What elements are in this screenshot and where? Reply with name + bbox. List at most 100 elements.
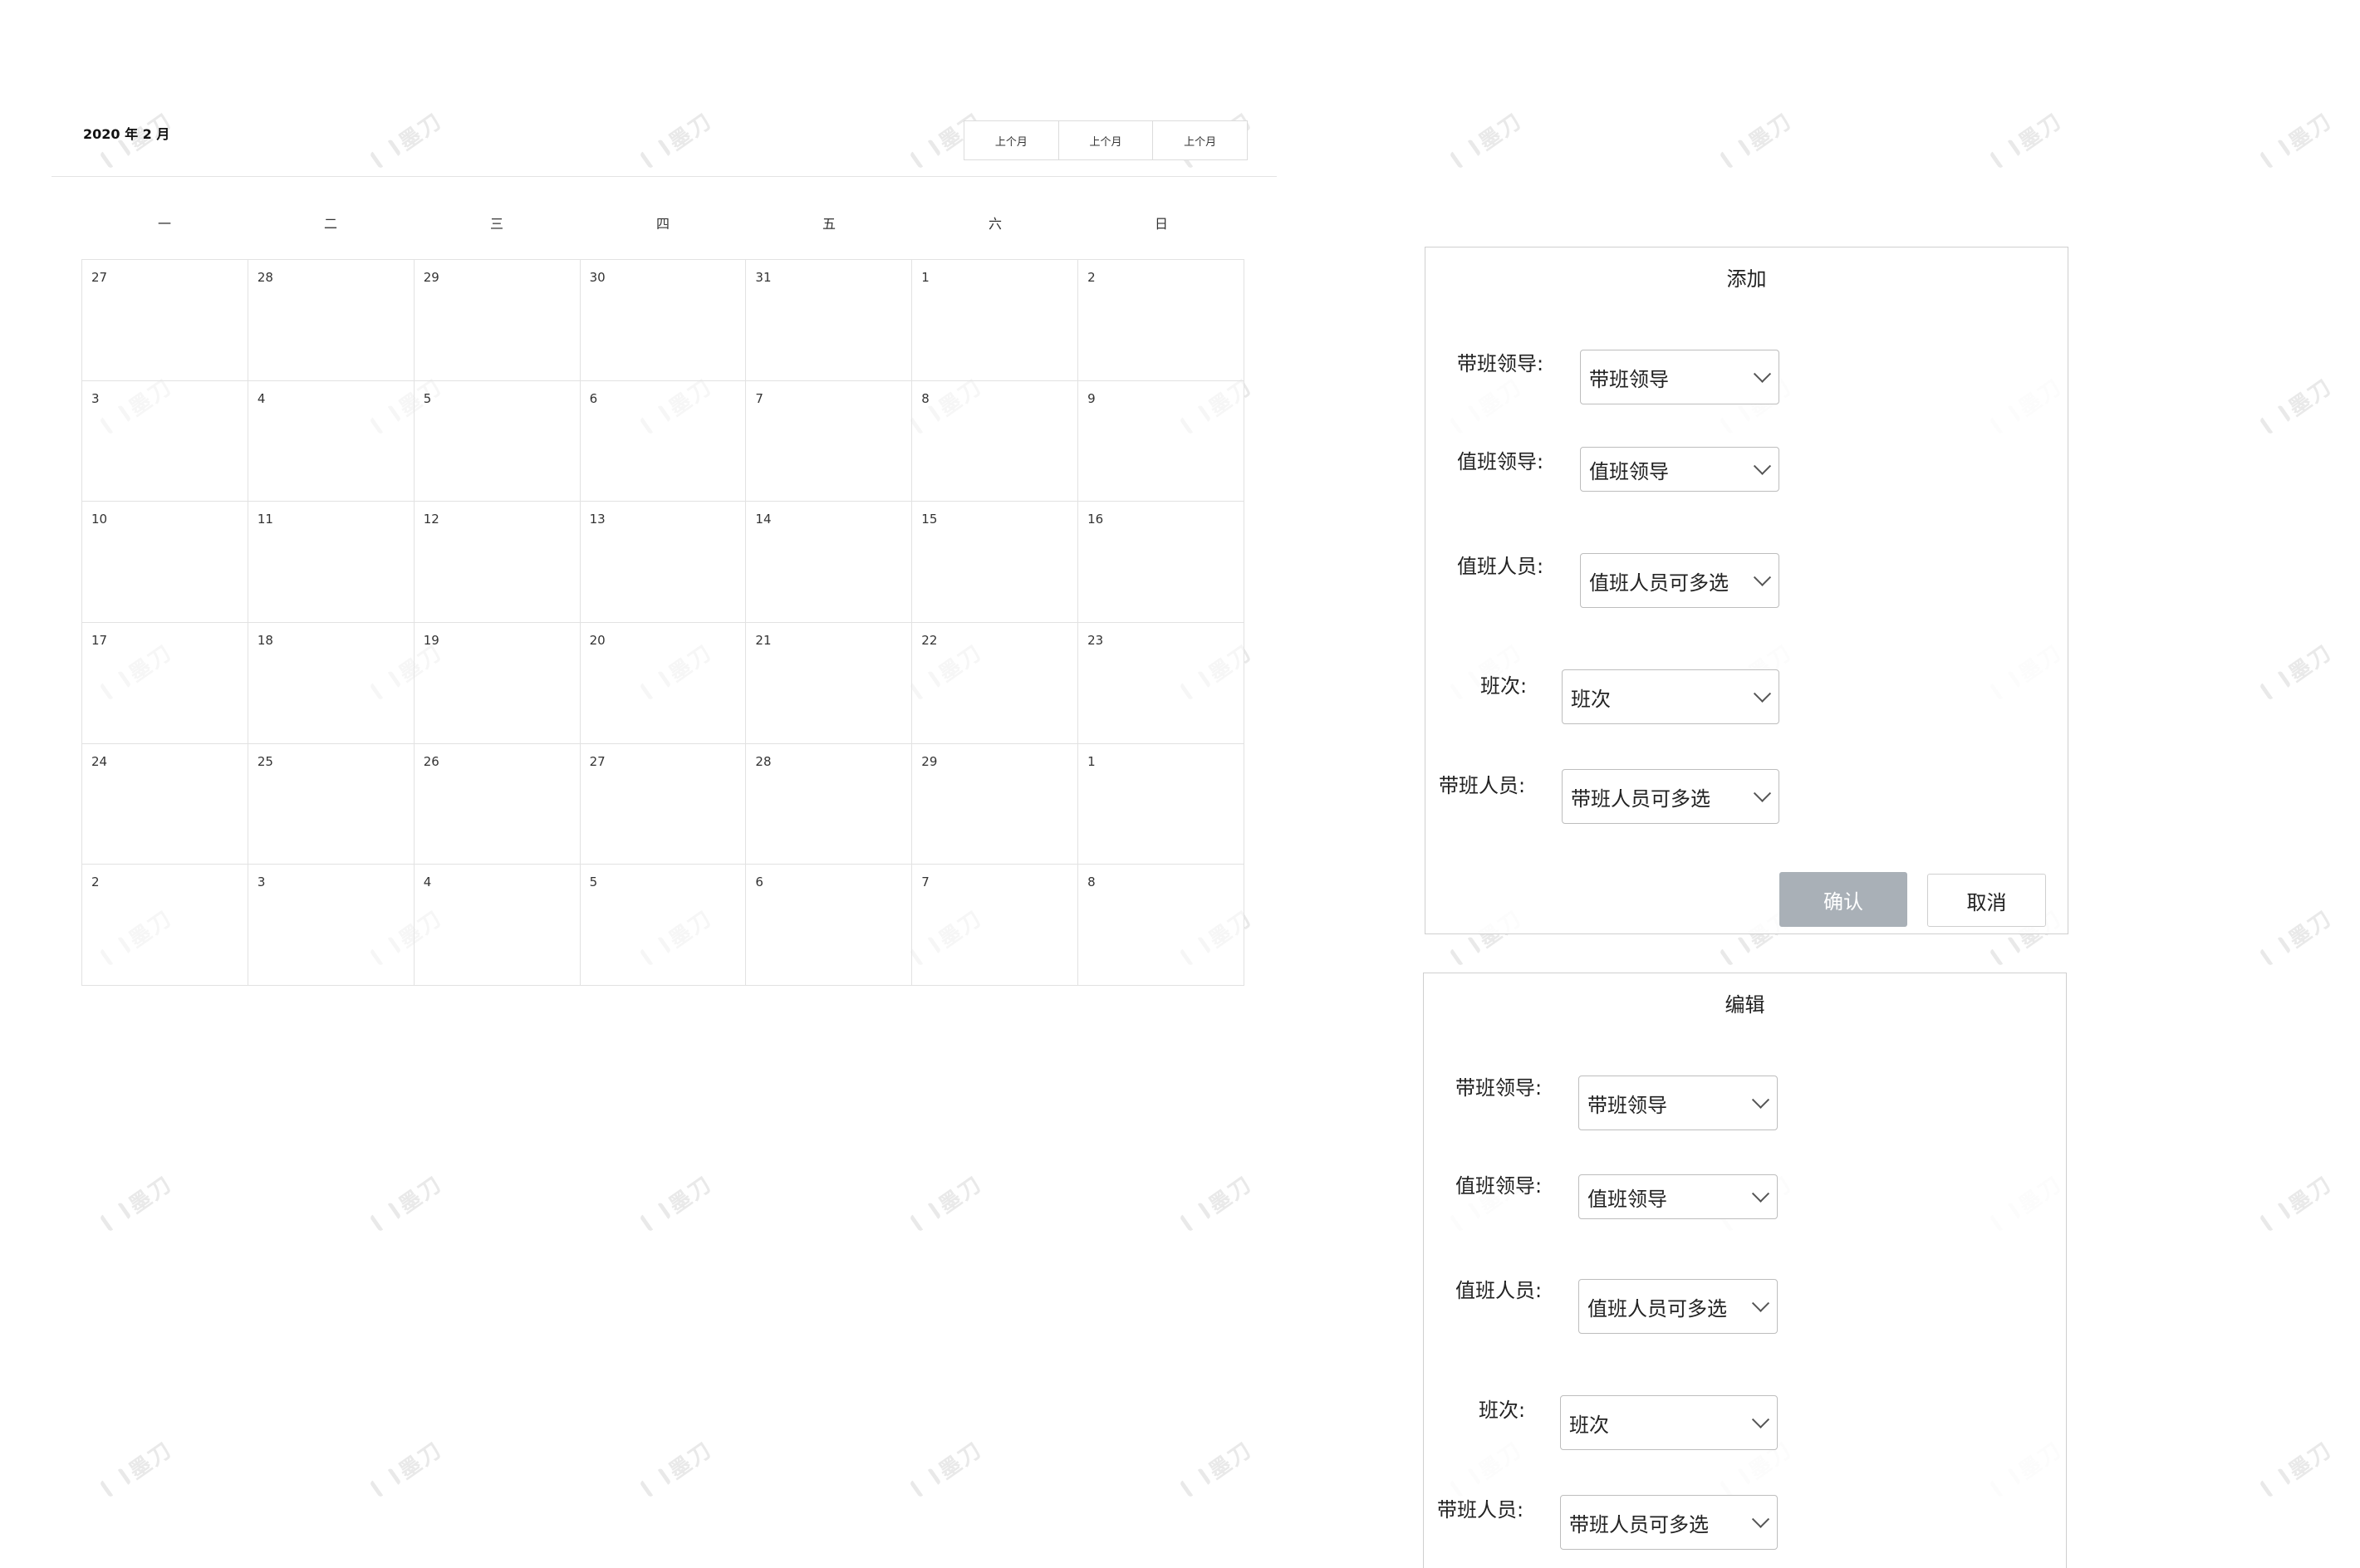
day-cell[interactable]: 4 xyxy=(248,380,415,502)
day-cell[interactable]: 14 xyxy=(746,502,913,623)
day-number: 8 xyxy=(1087,875,1096,890)
day-cell[interactable]: 31 xyxy=(746,260,913,381)
day-cell[interactable]: 11 xyxy=(248,502,415,623)
watermark-logo: 墨刀 xyxy=(2255,1419,2355,1504)
watermark-logo: 墨刀 xyxy=(635,1419,735,1504)
watermark-logo: 墨刀 xyxy=(1715,91,1815,175)
day-number: 31 xyxy=(755,270,772,285)
day-number: 22 xyxy=(921,633,938,648)
chevron-down-icon xyxy=(1751,1510,1770,1528)
edit-dialog: 编辑 带班领导: 带班领导 值班领导: 值班领导 值班人员: 值班人员可多选 班… xyxy=(1423,973,2067,1568)
watermark-logo: 墨刀 xyxy=(95,1154,195,1238)
day-cell[interactable]: 9 xyxy=(1078,380,1244,502)
day-cell[interactable]: 5 xyxy=(580,865,747,986)
day-cell[interactable]: 17 xyxy=(82,623,248,744)
day-number: 4 xyxy=(257,390,266,406)
lead-staff-select[interactable]: 带班人员可多选 xyxy=(1560,1495,1778,1550)
lead-staff-select[interactable]: 带班人员可多选 xyxy=(1562,769,1779,824)
day-cell[interactable]: 3 xyxy=(82,380,248,502)
day-cell[interactable]: 24 xyxy=(82,743,248,865)
day-cell[interactable]: 23 xyxy=(1078,623,1244,744)
day-number: 8 xyxy=(921,390,930,406)
day-cell[interactable]: 26 xyxy=(414,743,581,865)
day-cell[interactable]: 19 xyxy=(414,623,581,744)
lead-leader-select[interactable]: 带班领导 xyxy=(1580,350,1779,404)
day-cell[interactable]: 29 xyxy=(912,743,1079,865)
day-cell[interactable]: 20 xyxy=(580,623,747,744)
day-number: 2 xyxy=(1087,270,1096,285)
current-month-button[interactable]: 上个月 xyxy=(1058,121,1154,159)
day-cell[interactable]: 3 xyxy=(248,865,415,986)
day-number: 16 xyxy=(1087,512,1104,527)
edit-dialog-title: 编辑 xyxy=(1725,993,1765,1017)
day-cell[interactable]: 30 xyxy=(580,260,747,381)
day-cell[interactable]: 27 xyxy=(82,260,248,381)
duty-staff-select[interactable]: 值班人员可多选 xyxy=(1578,1279,1778,1334)
day-number: 5 xyxy=(589,875,598,890)
day-cell[interactable]: 21 xyxy=(746,623,913,744)
shift-select[interactable]: 班次 xyxy=(1562,669,1779,724)
watermark-logo: 墨刀 xyxy=(1985,91,2085,175)
weekday-label: 四 xyxy=(655,216,670,232)
day-number: 18 xyxy=(257,633,273,648)
day-cell[interactable]: 6 xyxy=(746,865,913,986)
chevron-down-icon xyxy=(1751,1294,1770,1312)
day-cell[interactable]: 28 xyxy=(248,260,415,381)
calendar-divider xyxy=(52,176,1277,177)
duty-leader-select[interactable]: 值班领导 xyxy=(1580,447,1779,492)
select-value: 值班领导 xyxy=(1589,459,1669,483)
day-cell[interactable]: 12 xyxy=(414,502,581,623)
select-value: 带班领导 xyxy=(1587,1093,1667,1117)
watermark-logo: 墨刀 xyxy=(1175,1419,1275,1504)
lead-staff-label: 带班人员: xyxy=(1439,774,1526,797)
day-cell[interactable]: 18 xyxy=(248,623,415,744)
day-cell[interactable]: 16 xyxy=(1078,502,1244,623)
chevron-down-icon xyxy=(1753,568,1772,586)
lead-staff-label: 带班人员: xyxy=(1437,1498,1524,1521)
lead-leader-label: 带班领导: xyxy=(1455,1076,1543,1100)
day-cell[interactable]: 2 xyxy=(1078,260,1244,381)
day-cell[interactable]: 6 xyxy=(580,380,747,502)
day-number: 25 xyxy=(257,753,273,769)
day-cell[interactable]: 1 xyxy=(912,260,1079,381)
day-cell[interactable]: 25 xyxy=(248,743,415,865)
calendar-title: 2020 年 2 月 xyxy=(83,126,170,142)
shift-select[interactable]: 班次 xyxy=(1560,1395,1778,1450)
duty-leader-select[interactable]: 值班领导 xyxy=(1578,1174,1778,1219)
next-month-button[interactable]: 上个月 xyxy=(1153,121,1248,159)
day-cell[interactable]: 4 xyxy=(414,865,581,986)
day-cell[interactable]: 2 xyxy=(82,865,248,986)
day-cell[interactable]: 27 xyxy=(580,743,747,865)
chevron-down-icon xyxy=(1751,1410,1770,1428)
prev-month-button[interactable]: 上个月 xyxy=(964,121,1059,159)
weekday-label: 五 xyxy=(822,216,836,232)
duty-staff-label: 值班人员: xyxy=(1455,1279,1543,1302)
day-cell[interactable]: 22 xyxy=(912,623,1079,744)
day-cell[interactable]: 8 xyxy=(1078,865,1244,986)
weekday-label: 二 xyxy=(323,216,337,232)
weekday-label: 日 xyxy=(1154,216,1168,232)
day-cell[interactable]: 10 xyxy=(82,502,248,623)
watermark-logo: 墨刀 xyxy=(2255,888,2355,973)
duty-leader-label: 值班领导: xyxy=(1457,450,1544,473)
day-cell[interactable]: 8 xyxy=(912,380,1079,502)
day-cell[interactable]: 13 xyxy=(580,502,747,623)
day-number: 26 xyxy=(423,753,439,769)
duty-leader-label: 值班领导: xyxy=(1455,1174,1543,1198)
duty-staff-select[interactable]: 值班人员可多选 xyxy=(1580,553,1779,608)
cancel-button[interactable]: 取消 xyxy=(1927,874,2046,927)
day-number: 3 xyxy=(91,390,100,406)
day-number: 2 xyxy=(91,875,100,890)
day-cell[interactable]: 28 xyxy=(746,743,913,865)
confirm-button[interactable]: 确认 xyxy=(1779,872,1907,927)
chevron-down-icon xyxy=(1753,457,1772,475)
select-value: 带班领导 xyxy=(1589,367,1669,391)
day-cell[interactable]: 15 xyxy=(912,502,1079,623)
watermark-logo: 墨刀 xyxy=(365,1154,465,1238)
day-cell[interactable]: 29 xyxy=(414,260,581,381)
day-cell[interactable]: 5 xyxy=(414,380,581,502)
lead-leader-select[interactable]: 带班领导 xyxy=(1578,1076,1778,1130)
day-cell[interactable]: 7 xyxy=(912,865,1079,986)
day-cell[interactable]: 7 xyxy=(746,380,913,502)
day-cell[interactable]: 1 xyxy=(1078,743,1244,865)
